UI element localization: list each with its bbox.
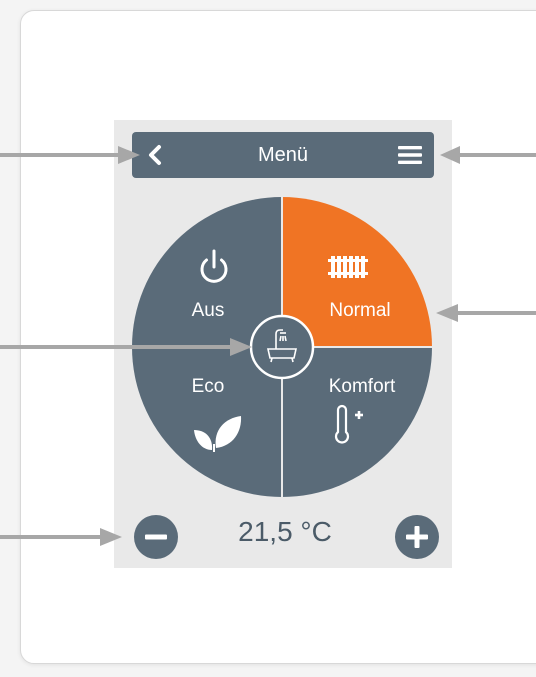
decrease-temperature-button[interactable] — [134, 515, 178, 559]
plus-icon — [406, 526, 428, 548]
mode-wheel — [0, 146, 536, 546]
mode-comfort-label: Komfort — [328, 376, 396, 397]
center-mode-button[interactable] — [249, 314, 315, 380]
temperature-value: 21,5 °C — [238, 516, 332, 547]
mode-normal-label: Normal — [329, 300, 391, 321]
mode-off-label: Aus — [191, 300, 225, 321]
increase-temperature-button[interactable] — [395, 515, 439, 559]
minus-icon — [145, 534, 167, 540]
mode-eco-label: Eco — [191, 376, 225, 397]
